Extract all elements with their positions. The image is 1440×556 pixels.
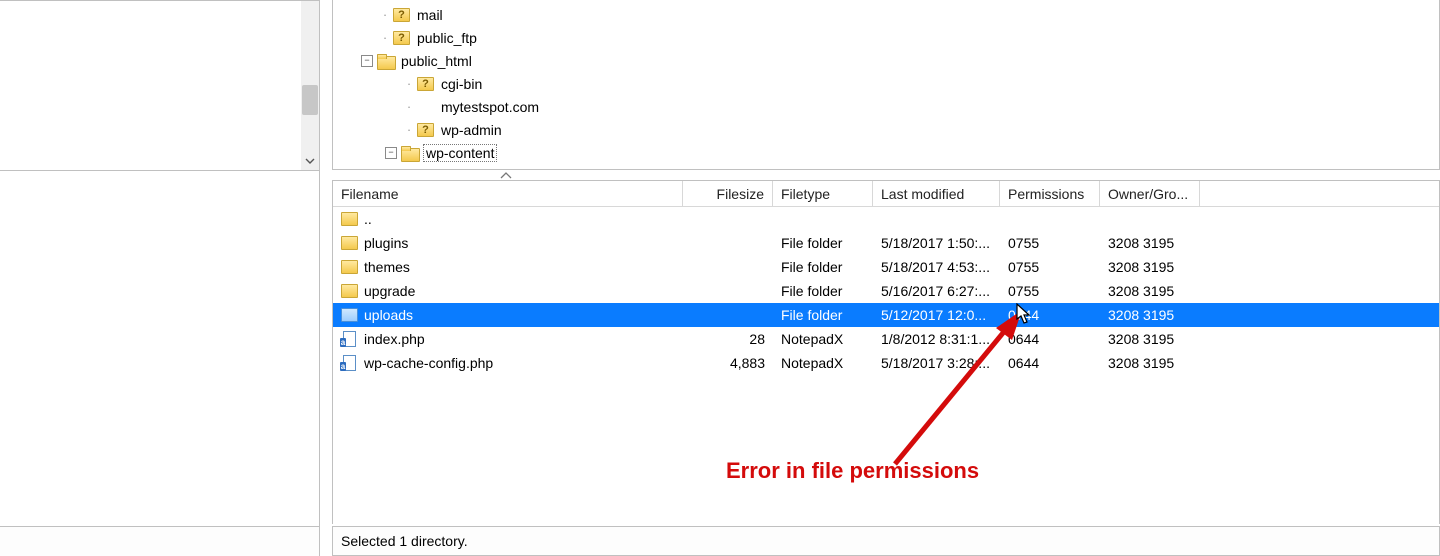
folder-icon	[341, 211, 358, 227]
file-name: wp-cache-config.php	[364, 355, 493, 371]
file-name: index.php	[364, 331, 425, 347]
file-permissions: 0644	[1000, 355, 1100, 371]
file-permissions: 0644	[1000, 331, 1100, 347]
file-owner: 3208 3195	[1100, 235, 1200, 251]
file-owner: 3208 3195	[1100, 307, 1200, 323]
scrollbar-down-arrow[interactable]	[301, 152, 319, 170]
list-item[interactable]: themes File folder 5/18/2017 4:53:... 07…	[333, 255, 1439, 279]
tree-item-label: cgi-bin	[439, 76, 484, 92]
collapse-icon[interactable]: −	[361, 55, 373, 67]
file-permissions: 0755	[1000, 283, 1100, 299]
list-item[interactable]: a index.php 28 NotepadX 1/8/2012 8:31:1..…	[333, 327, 1439, 351]
tree-item[interactable]: · ? wp-admin	[333, 118, 1439, 141]
tree-item-label: wp-content	[423, 144, 497, 162]
file-name: upgrade	[364, 283, 415, 299]
file-permissions: 0755	[1000, 259, 1100, 275]
file-name: ..	[364, 211, 372, 227]
scrollbar-thumb[interactable]	[302, 85, 318, 115]
header-filesize[interactable]: Filesize	[683, 181, 773, 206]
file-modified: 5/18/2017 4:53:...	[873, 259, 1000, 275]
local-tree-panel	[0, 0, 320, 170]
folder-icon	[341, 307, 358, 323]
question-folder-icon: ?	[417, 77, 434, 91]
local-file-panel	[0, 170, 320, 526]
collapse-icon[interactable]: −	[385, 147, 397, 159]
scrollbar-track[interactable]	[301, 1, 319, 170]
tree-item[interactable]: · ? public_ftp	[333, 26, 1439, 49]
file-modified: 5/18/2017 3:28:...	[873, 355, 1000, 371]
list-item[interactable]: ..	[333, 207, 1439, 231]
file-type: File folder	[773, 235, 873, 251]
php-file-icon: a	[341, 355, 358, 371]
question-folder-icon: ?	[417, 123, 434, 137]
file-owner: 3208 3195	[1100, 259, 1200, 275]
list-item[interactable]: uploads File folder 5/12/2017 12:0... 07…	[333, 303, 1439, 327]
mouse-cursor-icon	[1016, 303, 1032, 325]
header-filetype[interactable]: Filetype	[773, 181, 873, 206]
folder-icon	[341, 235, 358, 251]
question-folder-icon: ?	[393, 8, 410, 22]
question-folder-icon: ?	[393, 31, 410, 45]
tree-item[interactable]: · ? cgi-bin	[333, 72, 1439, 95]
file-type: NotepadX	[773, 355, 873, 371]
annotation-text: Error in file permissions	[726, 458, 979, 484]
folder-icon	[341, 283, 358, 299]
header-last-modified[interactable]: Last modified	[873, 181, 1000, 206]
tree-item[interactable]: − wp-content	[333, 141, 1439, 164]
tree-item-label: mail	[415, 7, 445, 23]
folder-icon	[341, 259, 358, 275]
header-permissions[interactable]: Permissions	[1000, 181, 1100, 206]
header-filename[interactable]: Filename	[333, 181, 683, 206]
file-rows: .. plugins File folder 5/18/2017 1:50:..…	[333, 207, 1439, 375]
folder-icon	[401, 146, 418, 160]
status-text: Selected 1 directory.	[341, 533, 468, 549]
list-item[interactable]: a wp-cache-config.php 4,883 NotepadX 5/18…	[333, 351, 1439, 375]
remote-status-bar: Selected 1 directory.	[332, 526, 1440, 556]
file-name: uploads	[364, 307, 413, 323]
column-headers[interactable]: Filename Filesize Filetype Last modified…	[333, 181, 1439, 207]
tree-connector-icon: ·	[401, 122, 417, 137]
file-owner: 3208 3195	[1100, 283, 1200, 299]
php-file-icon: a	[341, 331, 358, 347]
file-type: File folder	[773, 283, 873, 299]
tree-connector-icon: ·	[377, 7, 393, 22]
tree-connector-icon: ·	[401, 99, 417, 114]
header-owner-group[interactable]: Owner/Gro...	[1100, 181, 1200, 206]
file-type: File folder	[773, 259, 873, 275]
file-modified: 1/8/2012 8:31:1...	[873, 331, 1000, 347]
tree-connector-icon: ·	[401, 76, 417, 91]
list-item[interactable]: upgrade File folder 5/16/2017 6:27:... 0…	[333, 279, 1439, 303]
file-type: NotepadX	[773, 331, 873, 347]
file-modified: 5/12/2017 12:0...	[873, 307, 1000, 323]
sort-indicator	[332, 172, 1440, 180]
file-owner: 3208 3195	[1100, 355, 1200, 371]
file-type: File folder	[773, 307, 873, 323]
local-status-bar	[0, 526, 320, 556]
tree-item[interactable]: − public_html	[333, 49, 1439, 72]
tree-item-label: public_ftp	[415, 30, 479, 46]
tree-item-label: mytestspot.com	[439, 99, 541, 115]
file-modified: 5/18/2017 1:50:...	[873, 235, 1000, 251]
folder-icon	[377, 54, 394, 68]
file-size: 4,883	[683, 355, 773, 371]
file-size: 28	[683, 331, 773, 347]
file-permissions: 0755	[1000, 235, 1100, 251]
tree-item-label: wp-admin	[439, 122, 504, 138]
tree-item-label: public_html	[399, 53, 474, 69]
file-name: plugins	[364, 235, 408, 251]
list-item[interactable]: plugins File folder 5/18/2017 1:50:... 0…	[333, 231, 1439, 255]
file-permissions: 0744	[1000, 307, 1100, 323]
file-modified: 5/16/2017 6:27:...	[873, 283, 1000, 299]
tree-item[interactable]: · mytestspot.com	[333, 95, 1439, 118]
tree-connector-icon: ·	[377, 30, 393, 45]
file-name: themes	[364, 259, 410, 275]
remote-tree-panel[interactable]: · ? mail · ? public_ftp − public_html · …	[332, 0, 1440, 170]
tree-item[interactable]: · ? mail	[333, 3, 1439, 26]
file-owner: 3208 3195	[1100, 331, 1200, 347]
